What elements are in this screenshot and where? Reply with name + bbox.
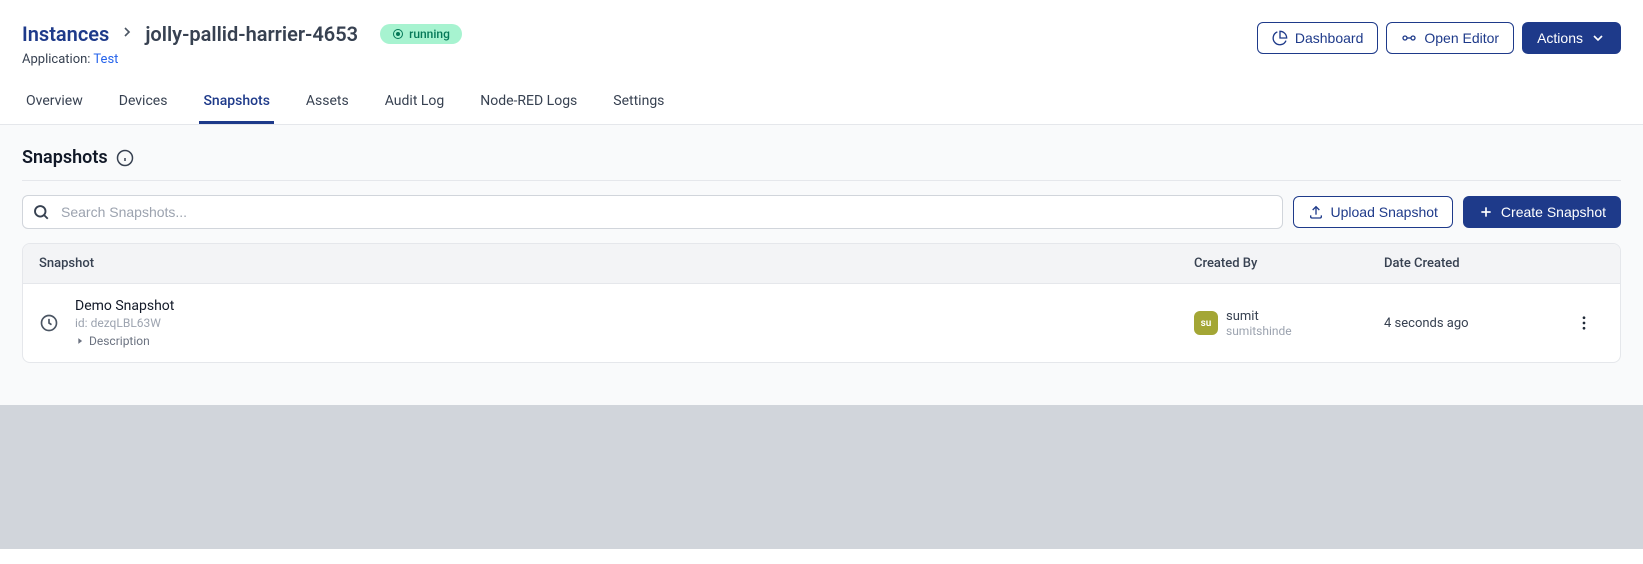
kebab-icon: [1575, 314, 1593, 332]
tab-overview[interactable]: Overview: [22, 85, 87, 124]
column-header-created-by: Created By: [1194, 256, 1384, 271]
user-name: sumit: [1226, 309, 1292, 324]
divider: [22, 180, 1621, 181]
instance-name: jolly-pallid-harrier-4653: [145, 22, 358, 46]
upload-snapshot-button[interactable]: Upload Snapshot: [1293, 196, 1453, 228]
breadcrumb-instances-link[interactable]: Instances: [22, 22, 109, 46]
search-icon: [32, 203, 50, 221]
open-editor-button[interactable]: Open Editor: [1386, 22, 1514, 54]
table-row: Demo Snapshot id: dezqLBL63W Description…: [23, 283, 1620, 362]
tab-snapshots[interactable]: Snapshots: [199, 85, 273, 124]
application-subline: Application: Test: [22, 52, 462, 67]
plus-icon: [1478, 204, 1494, 220]
target-icon: [392, 28, 404, 40]
chevron-down-icon: [1590, 30, 1606, 46]
tabs: Overview Devices Snapshots Assets Audit …: [0, 85, 1643, 125]
snapshots-table: Snapshot Created By Date Created Demo Sn…: [22, 243, 1621, 363]
breadcrumb: Instances jolly-pallid-harrier-4653 runn…: [22, 22, 462, 46]
tab-settings[interactable]: Settings: [609, 85, 668, 124]
column-header-date-created: Date Created: [1384, 256, 1564, 271]
application-link[interactable]: Test: [93, 52, 118, 67]
chevron-right-icon: [119, 24, 135, 45]
column-header-snapshot: Snapshot: [39, 256, 1194, 271]
clock-icon: [39, 313, 59, 333]
user-handle: sumitshinde: [1226, 324, 1292, 338]
upload-icon: [1308, 204, 1324, 220]
footer-spacer: [0, 405, 1643, 549]
tab-devices[interactable]: Devices: [115, 85, 172, 124]
date-created: 4 seconds ago: [1384, 316, 1564, 331]
tab-assets[interactable]: Assets: [302, 85, 353, 124]
pie-chart-icon: [1272, 30, 1288, 46]
create-snapshot-button[interactable]: Create Snapshot: [1463, 196, 1621, 228]
status-badge: running: [380, 24, 462, 44]
dashboard-button[interactable]: Dashboard: [1257, 22, 1379, 54]
actions-dropdown[interactable]: Actions: [1522, 22, 1621, 54]
triangle-right-icon: [75, 336, 85, 346]
snapshot-id: id: dezqLBL63W: [75, 316, 174, 330]
info-icon[interactable]: [116, 149, 134, 167]
snapshot-name: Demo Snapshot: [75, 298, 174, 314]
search-input[interactable]: [22, 195, 1283, 229]
avatar: su: [1194, 311, 1218, 335]
page-title: Snapshots: [22, 147, 1621, 168]
description-toggle[interactable]: Description: [75, 334, 174, 348]
editor-icon: [1401, 30, 1417, 46]
tab-node-red-logs[interactable]: Node-RED Logs: [476, 85, 581, 124]
tab-audit-log[interactable]: Audit Log: [381, 85, 449, 124]
row-menu-button[interactable]: [1564, 314, 1604, 332]
